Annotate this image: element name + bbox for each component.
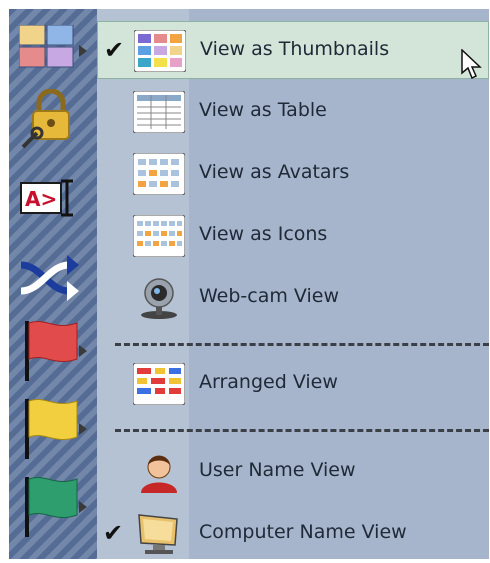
menu-separator bbox=[115, 429, 489, 432]
computer-monitor-icon bbox=[138, 514, 178, 554]
user-icon bbox=[141, 455, 177, 493]
green-flag-icon bbox=[25, 477, 78, 537]
shuffle-button[interactable] bbox=[17, 245, 93, 307]
view-mode-menu: ✔ View as Thumbnails View as Table View … bbox=[97, 9, 489, 559]
checkmark-icon: ✔ bbox=[103, 519, 124, 547]
dropdown-arrow-icon bbox=[79, 423, 87, 435]
checkmark-icon: ✔ bbox=[104, 36, 125, 64]
avatars-icon bbox=[133, 153, 185, 195]
lock-button[interactable] bbox=[17, 89, 93, 151]
grid-icon bbox=[19, 25, 74, 68]
menu-item-view-as-table[interactable]: View as Table bbox=[97, 83, 489, 141]
table-icon bbox=[133, 91, 185, 133]
thumbnails-icon bbox=[134, 30, 186, 72]
menu-item-label: View as Thumbnails bbox=[200, 38, 390, 60]
menu-item-computer-name-view[interactable]: ✔ Computer Name View bbox=[97, 505, 489, 559]
red-flag-button[interactable] bbox=[17, 319, 93, 381]
dropdown-arrow-icon bbox=[79, 345, 87, 357]
menu-separator bbox=[115, 343, 489, 346]
menu-item-arranged-view[interactable]: Arranged View bbox=[97, 355, 489, 413]
menu-item-label: Web-cam View bbox=[199, 285, 340, 307]
menu-item-label: Computer Name View bbox=[199, 521, 407, 543]
menu-item-view-as-icons[interactable]: View as Icons bbox=[97, 207, 489, 265]
menu-item-view-as-thumbnails[interactable]: ✔ View as Thumbnails bbox=[97, 21, 489, 79]
screenshot-frame: A> ✔ View as Thumbnails View as Table Vi… bbox=[9, 9, 489, 559]
menu-item-label: View as Icons bbox=[199, 223, 328, 245]
lock-key-icon bbox=[21, 89, 70, 149]
menu-item-view-as-avatars[interactable]: View as Avatars bbox=[97, 145, 489, 203]
menu-item-label: Arranged View bbox=[199, 371, 338, 393]
menu-item-label: View as Table bbox=[199, 99, 327, 121]
command-button[interactable]: A> bbox=[17, 167, 93, 229]
dropdown-arrow-icon bbox=[79, 45, 87, 57]
view-toggle-button[interactable] bbox=[17, 19, 93, 81]
menu-item-user-name-view[interactable]: User Name View bbox=[97, 443, 489, 501]
yellow-flag-button[interactable] bbox=[17, 397, 93, 459]
arranged-view-icon bbox=[133, 363, 185, 405]
yellow-flag-icon bbox=[25, 399, 78, 459]
command-prompt-icon: A> bbox=[20, 179, 73, 217]
menu-item-label: User Name View bbox=[199, 459, 356, 481]
mouse-cursor-icon bbox=[461, 49, 482, 80]
shuffle-icon bbox=[20, 255, 79, 301]
menu-item-label: View as Avatars bbox=[199, 161, 350, 183]
dropdown-arrow-icon bbox=[79, 501, 87, 513]
left-toolbar: A> bbox=[9, 9, 97, 559]
icons-view-icon bbox=[133, 215, 185, 257]
menu-item-webcam-view[interactable]: Web-cam View bbox=[97, 269, 489, 327]
command-prompt-text: A> bbox=[25, 187, 57, 211]
green-flag-button[interactable] bbox=[17, 475, 93, 537]
red-flag-icon bbox=[25, 321, 78, 381]
webcam-icon bbox=[141, 278, 177, 319]
